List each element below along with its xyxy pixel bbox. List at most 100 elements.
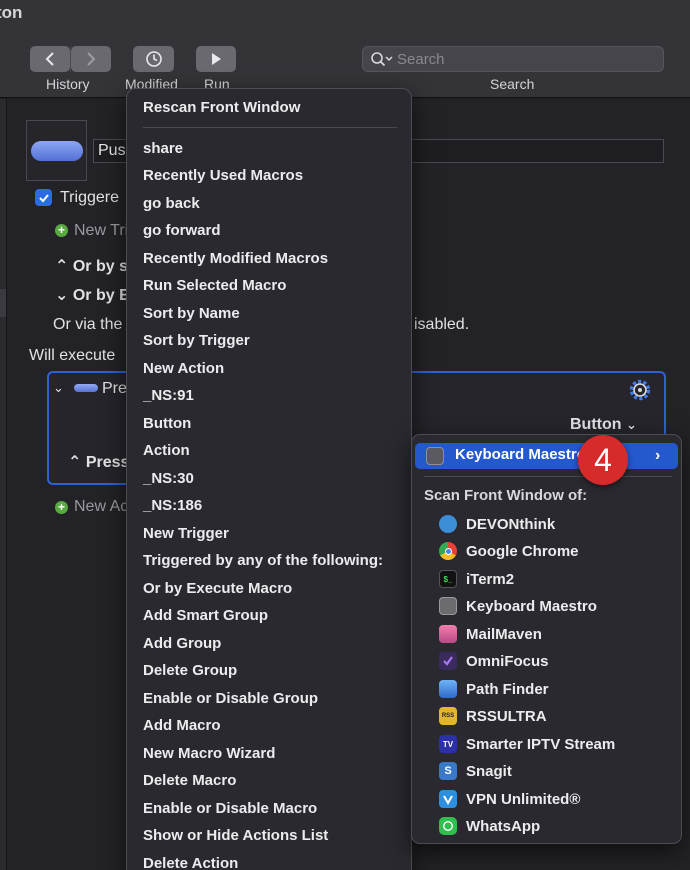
submenu-separator — [424, 476, 672, 477]
button-select[interactable]: Button ⌄ — [570, 416, 637, 434]
plus-icon[interactable]: + — [55, 224, 68, 237]
app-label: Keyboard Maestro — [466, 597, 597, 615]
chevron-left-icon — [45, 52, 54, 66]
menu-item[interactable]: Delete Action — [143, 853, 238, 870]
app-label: MailMaven — [466, 625, 542, 643]
play-icon — [212, 53, 221, 65]
menu-item[interactable]: Button — [143, 413, 191, 435]
submenu-item-vpn-unlimited[interactable]: VPN Unlimited® — [439, 788, 580, 810]
submenu-item-omnifocus[interactable]: OmniFocus — [439, 650, 549, 672]
submenu-item-keyboard-maestro[interactable]: Keyboard Maestro — [439, 595, 597, 617]
app-label: iTerm2 — [466, 570, 515, 588]
path-finder-icon — [439, 680, 457, 698]
new-action-link[interactable]: New Ac — [74, 498, 128, 516]
macro-icon-well[interactable] — [26, 120, 87, 181]
keyboard-maestro-icon — [439, 597, 457, 615]
updown-chevron-icon: ⌃ — [55, 258, 69, 275]
menu-item-rescan-front-window[interactable]: Rescan Front Window — [143, 97, 300, 119]
iptv-icon: TV — [439, 735, 457, 753]
app-label: Path Finder — [466, 680, 549, 698]
menu-item[interactable]: _NS:91 — [143, 385, 194, 407]
search-input[interactable] — [397, 50, 652, 68]
list-selection-mark — [0, 289, 6, 317]
menu-item[interactable]: Enable or Disable Group — [143, 688, 318, 710]
checkmark-icon — [38, 193, 49, 202]
menu-item[interactable]: New Action — [143, 358, 224, 380]
or-by-execute-trigger[interactable]: ⌄ Or by E — [55, 285, 130, 305]
back-button[interactable] — [30, 46, 70, 72]
triggered-label: Triggere — [60, 189, 119, 206]
menu-item[interactable]: Action — [143, 440, 190, 462]
app-label: RSSULTRA — [466, 707, 547, 725]
window-toolbar: ton History Modified Run Search — [0, 0, 690, 98]
menu-item[interactable]: _NS:186 — [143, 495, 202, 517]
modified-button[interactable] — [133, 46, 174, 72]
menu-item[interactable]: Recently Modified Macros — [143, 248, 328, 270]
menu-item[interactable]: go back — [143, 193, 200, 215]
menu-item[interactable]: go forward — [143, 220, 221, 242]
triggered-checkbox[interactable] — [35, 189, 52, 206]
run-button[interactable] — [196, 46, 236, 72]
app-label: WhatsApp — [466, 817, 541, 835]
scan-front-window-submenu: Keyboard Maestro › Scan Front Window of:… — [411, 434, 682, 844]
iterm-icon: $_ — [439, 570, 457, 588]
step-number-badge: 4 — [578, 435, 628, 485]
keyboard-maestro-icon — [426, 447, 444, 465]
submenu-header: Scan Front Window of: — [424, 487, 588, 504]
new-trigger-link[interactable]: New Tri — [74, 222, 128, 240]
action-title: Pre — [102, 380, 127, 397]
submenu-item-google-chrome[interactable]: Google Chrome — [439, 540, 579, 562]
history-label: History — [46, 76, 90, 92]
menu-item[interactable]: New Trigger — [143, 523, 229, 545]
chevron-right-icon: › — [655, 447, 661, 464]
menu-item[interactable]: New Macro Wizard — [143, 743, 275, 765]
menu-item[interactable]: Triggered by any of the following: — [143, 550, 383, 572]
or-by-system-trigger[interactable]: ⌃ Or by s — [55, 256, 128, 276]
menu-item[interactable]: share — [143, 138, 183, 160]
submenu-item-devonthink[interactable]: DEVONthink — [439, 513, 555, 535]
submenu-item-mailmaven[interactable]: MailMaven — [439, 623, 542, 645]
macro-list-edge — [0, 99, 7, 870]
updown-chevron-icon: ⌃ — [68, 454, 82, 471]
menu-item[interactable]: Add Macro — [143, 715, 221, 737]
action-pill-icon — [74, 384, 98, 392]
menu-item[interactable]: Add Group — [143, 633, 221, 655]
menu-item[interactable]: _NS:30 — [143, 468, 194, 490]
menu-item[interactable]: Sort by Name — [143, 303, 240, 325]
menu-separator — [143, 127, 397, 128]
plus-icon[interactable]: + — [55, 501, 68, 514]
window-title: ton — [0, 3, 23, 22]
submenu-item-smarter-iptv[interactable]: TV Smarter IPTV Stream — [439, 733, 615, 755]
chevron-down-icon: ⌄ — [625, 417, 637, 432]
menu-item[interactable]: Run Selected Macro — [143, 275, 286, 297]
context-menu: Rescan Front Window share Recently Used … — [126, 88, 412, 870]
submenu-item-path-finder[interactable]: Path Finder — [439, 678, 549, 700]
forward-button[interactable] — [71, 46, 111, 72]
app-label: Smarter IPTV Stream — [466, 735, 616, 753]
menu-item[interactable]: Recently Used Macros — [143, 165, 303, 187]
submenu-item-whatsapp[interactable]: WhatsApp — [439, 815, 540, 837]
chevron-down-icon: ⌄ — [55, 287, 69, 304]
menu-item[interactable]: Or by Execute Macro — [143, 578, 292, 600]
menu-item[interactable]: Add Smart Group — [143, 605, 268, 627]
menu-item[interactable]: Enable or Disable Macro — [143, 798, 317, 820]
will-execute-text: Will execute — [29, 347, 116, 364]
disclosure-chevron-icon[interactable]: ⌄ — [53, 380, 64, 396]
submenu-item-keyboard-maestro-highlighted[interactable]: Keyboard Maestro › — [415, 443, 678, 469]
disabled-text: isabled. — [414, 316, 470, 333]
menu-item[interactable]: Delete Group — [143, 660, 237, 682]
menu-item[interactable]: Sort by Trigger — [143, 330, 250, 352]
menu-item[interactable]: Show or Hide Actions List — [143, 825, 328, 847]
submenu-item-snagit[interactable]: S Snagit — [439, 760, 512, 782]
press-select[interactable]: ⌃ Press — [68, 452, 129, 472]
search-field[interactable] — [362, 46, 664, 72]
submenu-item-rssultra[interactable]: RSS RSSULTRA — [439, 705, 547, 727]
press-label: Press — [85, 454, 130, 471]
clock-icon — [145, 51, 162, 67]
menu-item[interactable]: Delete Macro — [143, 770, 236, 792]
devonthink-icon — [439, 515, 457, 533]
vpn-icon — [439, 790, 457, 808]
gear-icon[interactable] — [627, 377, 653, 403]
submenu-item-iterm2[interactable]: $_ iTerm2 — [439, 568, 514, 590]
search-icon — [371, 52, 393, 67]
